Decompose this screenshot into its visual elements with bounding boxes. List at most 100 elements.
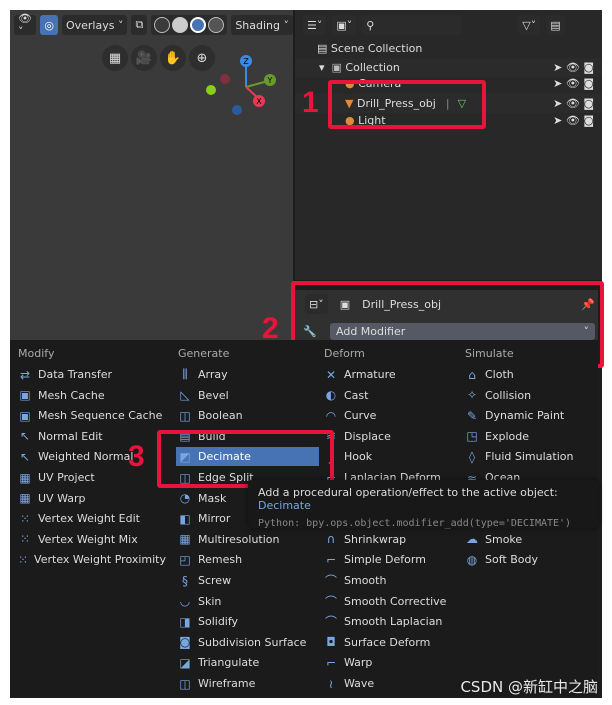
menu-item-smooth-corrective[interactable]: ⌒ Smooth Corrective (322, 592, 457, 611)
menu-item-surface-deform[interactable]: ◘ Surface Deform (322, 633, 457, 652)
menu-item-vertex-weight-mix[interactable]: ⁙ Vertex Weight Mix (16, 530, 166, 549)
menu-item-skin[interactable]: ◡ Skin (176, 592, 319, 611)
menu-item-data-transfer[interactable]: ⇄ Data Transfer (16, 365, 166, 384)
material-shading-icon[interactable] (190, 17, 207, 33)
menu-item-smooth[interactable]: ⌒ Smooth (322, 571, 457, 590)
menu-item-vertex-weight-edit[interactable]: ⁙ Vertex Weight Edit (16, 509, 166, 528)
menu-item-boolean[interactable]: ◫ Boolean (176, 406, 319, 425)
outliner-item-scene-collection[interactable]: ▤ Scene Collection (295, 39, 602, 58)
outliner-item-collection[interactable]: ▾ ▣ Collection ➤ 👁 ◙ (295, 58, 602, 77)
filter-button[interactable]: ▽˅ (518, 15, 541, 35)
menu-item-soft-body[interactable]: ◍ Soft Body (463, 550, 593, 569)
boolean-icon: ◫ (179, 408, 191, 423)
menu-item-subdivision-surface[interactable]: ◙ Subdivision Surface (176, 633, 319, 652)
menu-item-cast[interactable]: ◐ Cast (322, 386, 457, 405)
z-label: Z (243, 57, 249, 66)
vertex-weight-mix-icon: ⁙ (19, 532, 31, 547)
menu-item-shrinkwrap[interactable]: ∩ Shrinkwrap (322, 530, 457, 549)
menu-item-curve[interactable]: ◠ Curve (322, 406, 457, 425)
xray-toggle[interactable]: ⧉ (131, 15, 148, 35)
annotation-box-1 (328, 80, 486, 129)
visibility-toggles[interactable]: ➤ 👁 ◙ (553, 77, 594, 90)
menu-item-mesh-sequence-cache[interactable]: ▣ Mesh Sequence Cache (16, 406, 166, 425)
smooth-laplacian-icon: ⌒ (324, 615, 337, 630)
menu-item-armature[interactable]: ✕ Armature (322, 365, 457, 384)
solid-shading-icon[interactable] (172, 17, 189, 33)
menu-item-fluid-simulation[interactable]: ◊ Fluid Simulation (463, 447, 593, 466)
simple-deform-icon: ⌐ (325, 552, 337, 567)
menu-item-smooth-laplacian[interactable]: ⌒ Smooth Laplacian (322, 612, 457, 631)
menu-item-dynamic-paint[interactable]: ✎ Dynamic Paint (463, 406, 593, 425)
menu-item-cloth[interactable]: ⌂ Cloth (463, 365, 593, 384)
menu-item-displace[interactable]: ≋ Displace (322, 427, 457, 446)
cloth-icon: ⌂ (468, 367, 476, 382)
menu-item-label: Remesh (198, 553, 243, 567)
pan-hand-icon[interactable]: ✋ (160, 45, 186, 71)
menu-item-remesh[interactable]: ◰ Remesh (176, 550, 319, 569)
outliner-search-input[interactable]: ⚲ (362, 15, 463, 35)
vertex-weight-proximity-icon: ⁙ (17, 552, 29, 567)
menu-item-label: Wave (344, 677, 375, 690)
search-icon: ⚲ (366, 18, 375, 32)
overlays-toggle[interactable]: ◎ (40, 15, 58, 35)
expand-arrow-icon[interactable]: ▾ (319, 61, 332, 74)
menu-item-uv-warp[interactable]: ▦ UV Warp (16, 489, 166, 508)
skin-icon: ◡ (179, 594, 191, 609)
tooltip-python: Python: bpy.ops.object.modifier_add(type… (258, 518, 572, 529)
display-mode-button[interactable]: ▣˅ (332, 15, 357, 35)
menu-item-collision[interactable]: ✧ Collision (463, 386, 593, 405)
mesh-sequence-cache-icon: ▣ (19, 408, 31, 423)
menu-item-label: Smooth (344, 574, 387, 587)
menu-item-solidify[interactable]: ◨ Solidify (176, 612, 319, 631)
mask-icon: ◔ (179, 491, 191, 506)
menu-item-explode[interactable]: ◳ Explode (463, 427, 593, 446)
menu-item-wireframe[interactable]: ◫ Wireframe (176, 674, 319, 693)
neg-z-handle (232, 105, 242, 115)
menu-item-simple-deform[interactable]: ⌐ Simple Deform (322, 550, 457, 569)
array-icon: ⫼ (182, 367, 188, 381)
menu-item-hook[interactable]: ʃ Hook (322, 447, 457, 466)
curve-icon: ◠ (325, 408, 337, 423)
menu-item-multiresolution[interactable]: ▦ Multiresolution (176, 530, 319, 549)
mirror-icon: ◧ (179, 511, 191, 526)
smoke-icon: ☁ (466, 532, 478, 547)
editor-type-button[interactable]: ☰˅ (303, 15, 327, 35)
shading-modes[interactable] (151, 15, 228, 35)
menu-item-mesh-cache[interactable]: ▣ Mesh Cache (16, 386, 166, 405)
overlays-dropdown[interactable]: Overlays ˅ (61, 15, 128, 35)
menu-item-label: Array (198, 368, 228, 381)
visibility-toggles[interactable]: ➤ 👁 ◙ (553, 61, 594, 74)
menu-item-smoke[interactable]: ☁ Smoke (463, 530, 593, 549)
viewport-header: 👁˅ ◎ Overlays ˅ ⧉ Shading ˅ (10, 12, 293, 38)
rendered-shading-icon[interactable] (208, 17, 225, 33)
perspective-grid-icon[interactable]: ▦ (102, 45, 128, 71)
shading-dropdown[interactable]: Shading ˅ (231, 15, 293, 35)
menu-item-wave[interactable]: ≀ Wave (322, 674, 457, 693)
wireframe-shading-icon[interactable] (154, 17, 171, 33)
menu-item-label: Simple Deform (344, 553, 426, 567)
new-collection-button[interactable]: ▤ (546, 15, 565, 35)
menu-item-screw[interactable]: § Screw (176, 571, 319, 590)
tooltip-description: Add a procedural operation/effect to the… (258, 486, 558, 512)
mesh-cache-icon: ▣ (19, 388, 31, 403)
visibility-toggles[interactable]: ➤ 👁 ◙ (553, 114, 594, 127)
view-object-types-button[interactable]: 👁˅ (14, 12, 37, 38)
menu-item-label: Warp (344, 656, 373, 670)
triangulate-icon: ◪ (179, 655, 191, 670)
navigation-gizmo[interactable]: Z Y X (200, 45, 290, 135)
visibility-toggles[interactable]: ➤ 👁 ◙ (553, 97, 594, 110)
menu-item-array[interactable]: ⫼ Array (176, 365, 319, 384)
menu-item-vertex-weight-proximity[interactable]: ⁙ Vertex Weight Proximity (16, 550, 166, 569)
menu-item-triangulate[interactable]: ◪ Triangulate (176, 653, 319, 672)
menu-item-label: Smoke (485, 532, 523, 546)
vertex-weight-edit-icon: ⁙ (19, 511, 31, 526)
menu-item-label: Fluid Simulation (485, 450, 574, 464)
menu-item-label: Boolean (198, 409, 243, 423)
item-label: Collection (345, 61, 400, 74)
menu-item-warp[interactable]: ⌐ Warp (322, 653, 457, 672)
filter-icon: ▽˅ (522, 18, 537, 32)
menu-item-label: Cast (344, 388, 369, 402)
menu-item-bevel[interactable]: ◺ Bevel (176, 386, 319, 405)
camera-view-icon[interactable]: 🎥 (131, 45, 157, 71)
uv-warp-icon: ▦ (19, 491, 31, 506)
